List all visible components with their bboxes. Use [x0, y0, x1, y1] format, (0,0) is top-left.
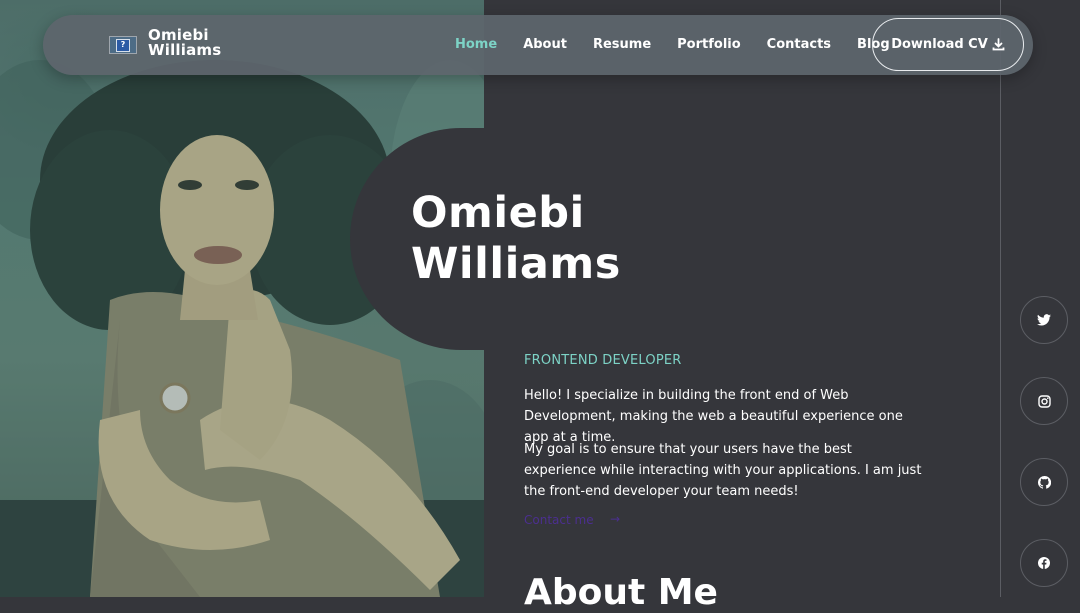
brand-line2: Williams [148, 41, 222, 59]
instagram-button[interactable] [1020, 377, 1068, 425]
hero-name-line2: Williams [411, 239, 621, 289]
facebook-icon [1038, 557, 1050, 569]
instagram-icon [1037, 394, 1051, 408]
logo-icon[interactable]: ? [109, 36, 137, 54]
hero-name-line1: Omiebi [411, 188, 585, 238]
download-icon [992, 38, 1005, 51]
download-cv-button[interactable]: Download CV [872, 18, 1024, 71]
intro-paragraph-2: My goal is to ensure that your users hav… [524, 442, 922, 499]
nav-link-contacts[interactable]: Contacts [767, 37, 831, 52]
brand-name[interactable]: Omiebi Williams [148, 28, 221, 58]
navbar: ? Omiebi Williams Home About Resume Port… [43, 15, 1033, 75]
nav-link-resume[interactable]: Resume [593, 37, 651, 52]
nav-link-home[interactable]: Home [455, 37, 497, 52]
github-button[interactable] [1020, 458, 1068, 506]
hero-title: Omiebi Williams [411, 188, 621, 290]
facebook-button[interactable] [1020, 539, 1068, 587]
nav-links: Home About Resume Portfolio Contacts Blo… [455, 37, 916, 52]
twitter-icon [1037, 314, 1051, 326]
role-title: FRONTEND DEVELOPER [524, 353, 682, 368]
github-icon [1037, 475, 1051, 489]
nav-link-about[interactable]: About [523, 37, 567, 52]
contact-me-link[interactable]: Contact me [524, 513, 594, 527]
vertical-divider [1000, 0, 1001, 597]
twitter-button[interactable] [1020, 296, 1068, 344]
arrow-right-icon[interactable]: → [610, 512, 620, 526]
about-section-title: About Me [524, 572, 718, 613]
download-cv-label: Download CV [891, 37, 988, 52]
nav-link-portfolio[interactable]: Portfolio [677, 37, 741, 52]
